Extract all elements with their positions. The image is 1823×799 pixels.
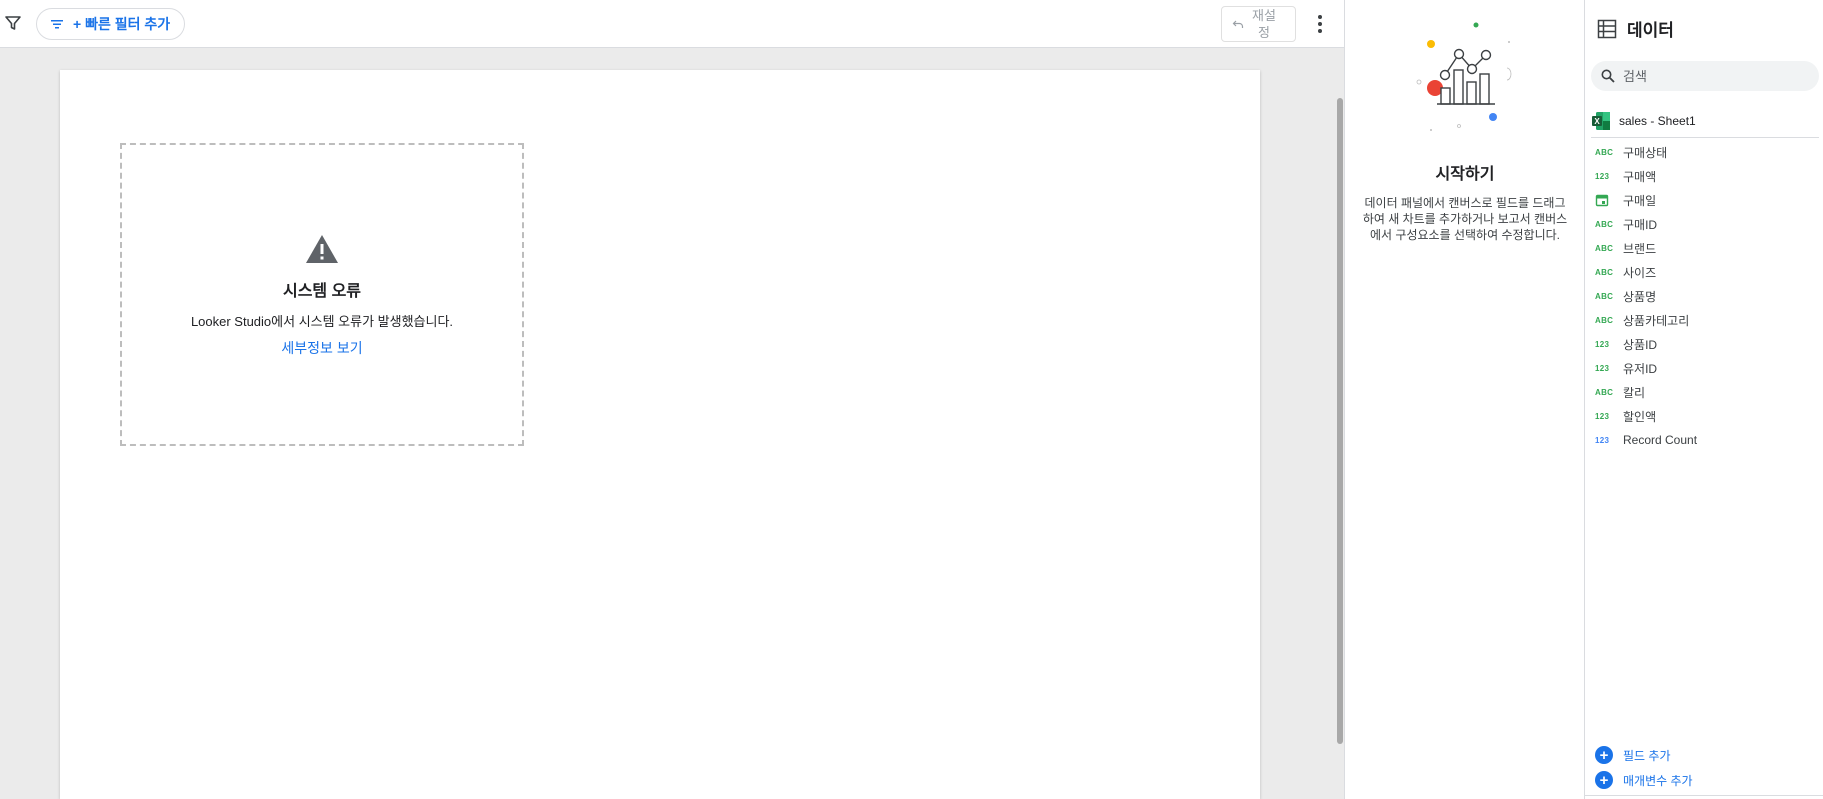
canvas-scrollbar[interactable] (1337, 98, 1343, 744)
report-page[interactable]: 시스템 오류 Looker Studio에서 시스템 오류가 발생했습니다. 세… (60, 70, 1260, 799)
field-item[interactable]: ABC 상품명 (1591, 284, 1819, 308)
sheets-icon: X (1592, 111, 1610, 130)
text-type-icon: ABC (1595, 291, 1614, 301)
field-item[interactable]: 123 유저ID (1591, 356, 1819, 380)
undo-icon (1232, 20, 1244, 28)
search-icon (1601, 69, 1615, 83)
field-item[interactable]: 구매일 (1591, 188, 1819, 212)
field-list: ABC 구매상태 123 구매액구매일 ABC 구매ID ABC 브랜드 ABC 사이즈 ABC 상품… (1591, 140, 1819, 452)
reset-label: 재설정 (1252, 8, 1276, 40)
number-type-icon: 123 (1595, 171, 1610, 181)
text-type-icon: ABC (1595, 147, 1614, 157)
reset-button[interactable]: 재설정 (1221, 6, 1296, 42)
number-type-icon: 123 (1595, 339, 1610, 349)
report-canvas-area: 시스템 오류 Looker Studio에서 시스템 오류가 발생했습니다. 세… (0, 48, 1344, 799)
getting-started-title: 시작하기 (1435, 166, 1495, 183)
number-type-icon: 123 (1595, 435, 1610, 445)
field-name: 칼리 (1623, 385, 1646, 400)
field-item[interactable]: ABC 구매ID (1591, 212, 1819, 236)
text-type-icon: ABC (1595, 315, 1614, 325)
field-name: 구매일 (1623, 193, 1657, 208)
text-type-icon: ABC (1595, 243, 1614, 253)
add-quick-filter-button[interactable]: + 빠른 필터 추가 (36, 8, 186, 40)
filter-icon[interactable] (4, 14, 22, 32)
add-parameter-button[interactable]: + 매개변수 추가 (1595, 771, 1693, 789)
search-input[interactable] (1623, 68, 1803, 84)
calendar-icon (1591, 193, 1623, 207)
filter-list-icon (51, 20, 63, 29)
error-chart-component[interactable]: 시스템 오류 Looker Studio에서 시스템 오류가 발생했습니다. 세… (120, 143, 524, 446)
divider (1585, 795, 1823, 796)
field-name: 구매ID (1623, 217, 1658, 232)
warning-icon (306, 235, 338, 263)
add-circle-icon: + (1595, 746, 1613, 764)
add-field-label: 필드 추가 (1623, 748, 1671, 763)
field-search[interactable] (1591, 61, 1819, 91)
field-name: 유저ID (1623, 361, 1658, 376)
data-panel: 데이터 X sales - Sheet1 ABC구매상태123구매액구매일ABC… (1584, 0, 1823, 799)
field-item[interactable]: 123 구매액 (1591, 164, 1819, 188)
data-source[interactable]: X sales - Sheet1 (1591, 108, 1819, 138)
data-source-name: sales - Sheet1 (1619, 113, 1696, 128)
text-type-icon: ABC (1595, 387, 1614, 397)
field-item[interactable]: 123 Record Count (1591, 428, 1819, 452)
text-type-icon: ABC (1595, 219, 1614, 229)
field-item[interactable]: 123 할인액 (1591, 404, 1819, 428)
data-table-icon (1597, 19, 1617, 38)
field-item[interactable]: ABC 사이즈 (1591, 260, 1819, 284)
field-name: 상품ID (1623, 337, 1658, 352)
add-field-button[interactable]: + 필드 추가 (1595, 746, 1671, 764)
field-item[interactable]: ABC 브랜드 (1591, 236, 1819, 260)
chart-illustration-icon (1416, 22, 1512, 131)
field-name: 상품명 (1623, 289, 1657, 304)
number-type-icon: 123 (1595, 411, 1610, 421)
field-name: 상품카테고리 (1623, 313, 1690, 328)
more-options-icon[interactable] (1314, 12, 1326, 36)
add-quick-filter-label: + 빠른 필터 추가 (73, 16, 171, 32)
getting-started-description: 데이터 패널에서 캔버스로 필드를 드래그하여 새 차트를 추가하거나 보고서 … (1362, 196, 1568, 242)
field-name: 구매액 (1623, 169, 1657, 184)
add-parameter-label: 매개변수 추가 (1623, 773, 1693, 788)
field-item[interactable]: 123 상품ID (1591, 332, 1819, 356)
text-type-icon: ABC (1595, 267, 1614, 277)
field-name: Record Count (1623, 433, 1698, 447)
field-item[interactable]: ABC 칼리 (1591, 380, 1819, 404)
number-type-icon: 123 (1595, 363, 1610, 373)
data-panel-header: 데이터 (1597, 16, 1674, 41)
add-circle-icon: + (1595, 771, 1613, 789)
view-details-link[interactable]: 세부정보 보기 (281, 338, 362, 358)
field-item[interactable]: ABC 상품카테고리 (1591, 308, 1819, 332)
field-name: 사이즈 (1623, 265, 1657, 280)
field-name: 할인액 (1623, 409, 1657, 424)
looker-studio-editor: + 빠른 필터 추가 재설정 시스템 오류 Looker Studio에서 시스… (0, 0, 1823, 799)
data-panel-title: 데이터 (1627, 21, 1674, 40)
canvas-toolbar: + 빠른 필터 추가 재설정 (0, 0, 1344, 48)
field-item[interactable]: ABC 구매상태 (1591, 140, 1819, 164)
svg-text:X: X (1594, 117, 1600, 126)
field-name: 구매상태 (1623, 145, 1668, 160)
field-name: 브랜드 (1623, 241, 1657, 256)
error-title: 시스템 오류 (282, 283, 362, 300)
error-message: Looker Studio에서 시스템 오류가 발생했습니다. (190, 314, 454, 329)
getting-started-panel: 시작하기 데이터 패널에서 캔버스로 필드를 드래그하여 새 차트를 추가하거나… (1344, 0, 1584, 799)
